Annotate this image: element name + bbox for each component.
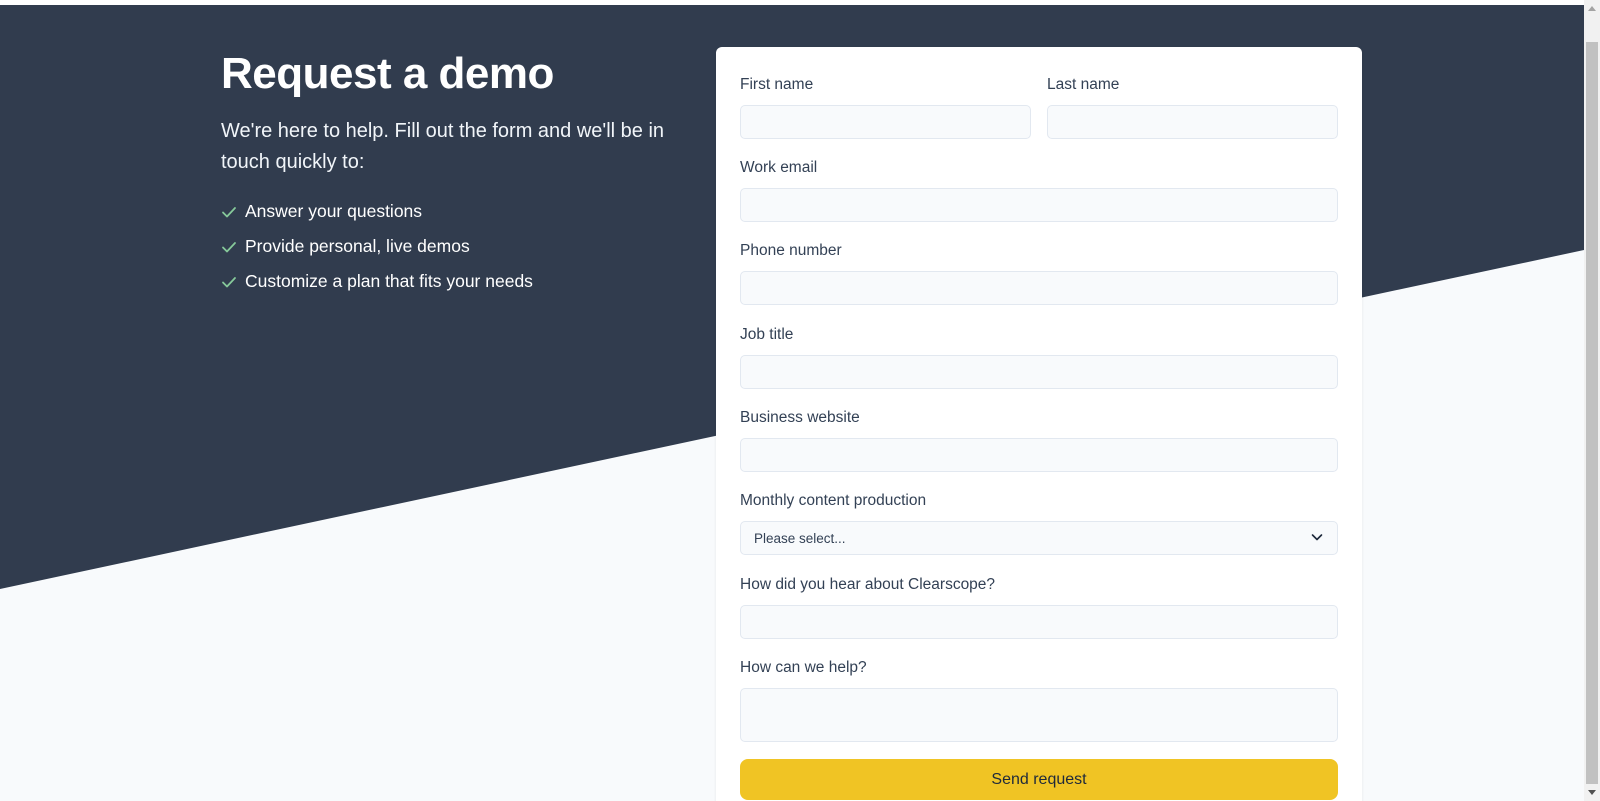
monthly-content-select[interactable]: Please select... xyxy=(740,521,1338,555)
page-title: Request a demo xyxy=(221,49,554,98)
business-website-input[interactable] xyxy=(740,438,1338,472)
scroll-up-icon[interactable] xyxy=(1584,0,1600,16)
phone-number-input[interactable] xyxy=(740,271,1338,305)
work-email-input[interactable] xyxy=(740,188,1338,222)
hero-section: Request a demo We're here to help. Fill … xyxy=(221,48,671,299)
benefit-item: Customize a plan that fits your needs xyxy=(221,264,671,299)
page-scrollbar[interactable] xyxy=(1584,0,1600,801)
send-request-button[interactable]: Send request xyxy=(740,759,1338,800)
business-website-label: Business website xyxy=(740,409,860,426)
help-message-textarea[interactable] xyxy=(740,688,1338,742)
monthly-content-label: Monthly content production xyxy=(740,492,927,509)
work-email-label: Work email xyxy=(740,159,818,176)
scroll-thumb[interactable] xyxy=(1586,42,1598,784)
phone-number-label: Phone number xyxy=(740,242,842,259)
monthly-content-selected: Please select... xyxy=(754,530,846,546)
benefit-item: Answer your questions xyxy=(221,194,671,229)
last-name-label: Last name xyxy=(1047,76,1120,93)
benefit-label: Customize a plan that fits your needs xyxy=(245,271,533,291)
help-message-label: How can we help? xyxy=(740,659,867,676)
benefit-label: Provide personal, live demos xyxy=(245,236,470,256)
check-icon xyxy=(221,239,237,255)
check-icon xyxy=(221,204,237,220)
first-name-input[interactable] xyxy=(740,105,1031,139)
benefit-list: Answer your questions Provide personal, … xyxy=(221,194,671,299)
check-icon xyxy=(221,274,237,290)
job-title-label: Job title xyxy=(740,326,794,343)
chevron-down-icon xyxy=(1310,530,1324,547)
referral-source-label: How did you hear about Clearscope? xyxy=(740,576,996,593)
hero-intro: We're here to help. Fill out the form an… xyxy=(221,120,665,173)
top-strip xyxy=(0,0,1584,5)
scroll-down-icon[interactable] xyxy=(1584,785,1600,801)
first-name-label: First name xyxy=(740,76,814,93)
referral-source-input[interactable] xyxy=(740,605,1338,639)
page: Request a demo We're here to help. Fill … xyxy=(0,0,1584,801)
last-name-input[interactable] xyxy=(1047,105,1338,139)
job-title-input[interactable] xyxy=(740,355,1338,389)
benefit-label: Answer your questions xyxy=(245,201,423,221)
demo-request-form: First name Last name Work email Phone nu… xyxy=(716,47,1362,801)
benefit-item: Provide personal, live demos xyxy=(221,229,671,264)
